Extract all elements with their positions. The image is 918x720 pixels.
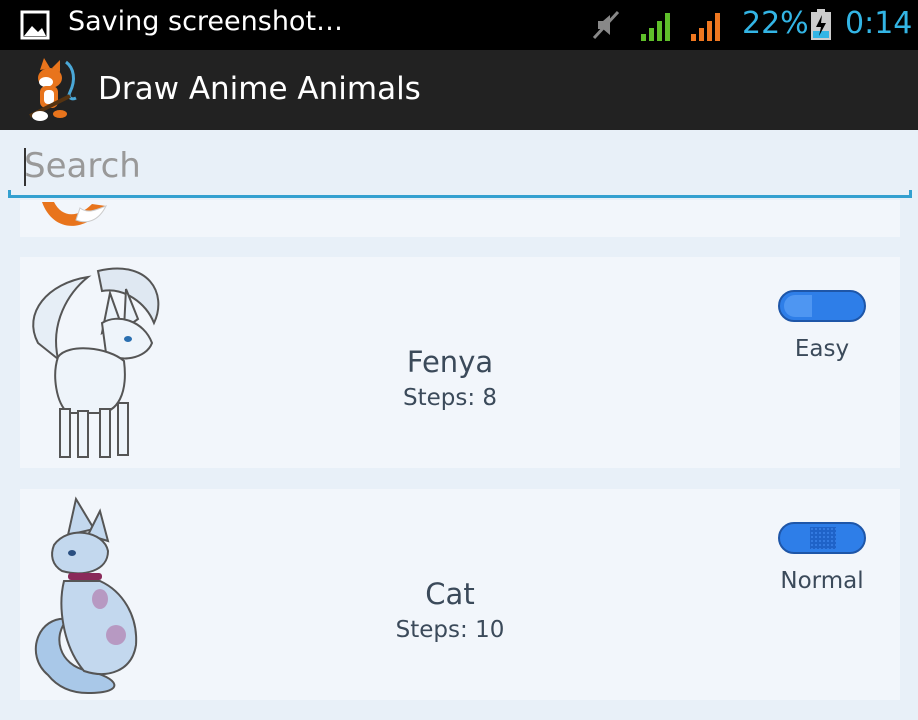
mute-icon bbox=[592, 10, 620, 40]
signal-icon bbox=[641, 13, 670, 41]
app-title: Draw Anime Animals bbox=[98, 71, 421, 107]
steps-count: Steps: 8 bbox=[402, 385, 498, 411]
difficulty-label: Normal bbox=[780, 568, 864, 594]
action-bar: Draw Anime Animals bbox=[0, 50, 918, 130]
signal-icon bbox=[691, 13, 720, 41]
image-icon bbox=[20, 10, 50, 40]
animal-list[interactable]: Fenya Steps: 8 Easy Cat Steps: 10 Normal bbox=[0, 200, 918, 720]
status-bar: Saving screenshot… 22% 0:14 bbox=[0, 0, 918, 50]
search-bar bbox=[0, 130, 918, 200]
steps-count: Steps: 10 bbox=[395, 617, 505, 643]
fox-tail-image bbox=[42, 202, 108, 226]
clock: 0:14 bbox=[845, 6, 913, 41]
animal-name: Cat bbox=[425, 577, 475, 611]
blue-cat-icon bbox=[34, 496, 138, 695]
search-underline bbox=[8, 190, 912, 198]
list-item[interactable]: Cat Steps: 10 Normal bbox=[20, 489, 900, 700]
search-input[interactable] bbox=[24, 142, 904, 190]
fox-app-icon[interactable] bbox=[26, 56, 90, 124]
battery-percent: 22% bbox=[742, 6, 809, 41]
list-item[interactable]: Fenya Steps: 8 Easy bbox=[20, 257, 900, 468]
difficulty-normal-icon bbox=[778, 522, 866, 554]
white-fox-icon bbox=[32, 267, 160, 458]
difficulty-label: Easy bbox=[794, 336, 850, 362]
difficulty-easy-icon bbox=[778, 290, 866, 322]
notification-text: Saving screenshot… bbox=[68, 6, 344, 37]
battery-charging-icon bbox=[811, 9, 831, 40]
list-item[interactable] bbox=[20, 200, 900, 237]
animal-name: Fenya bbox=[406, 345, 494, 379]
text-caret bbox=[24, 148, 26, 186]
